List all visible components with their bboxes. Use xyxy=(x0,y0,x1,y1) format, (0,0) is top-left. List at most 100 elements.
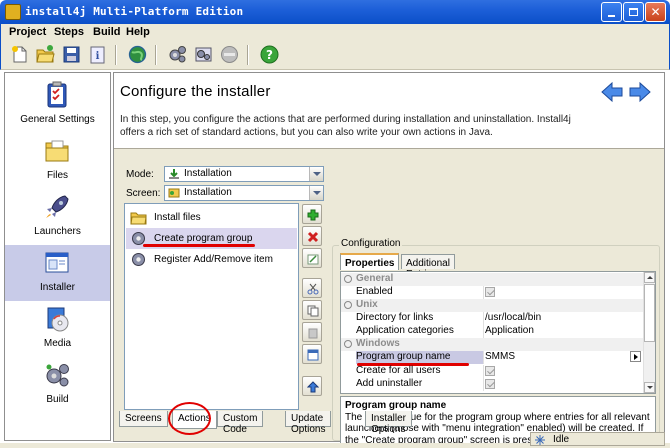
add-action-button[interactable] xyxy=(302,204,322,224)
sidebar-item-installer[interactable]: Installer xyxy=(5,245,110,301)
category-icon xyxy=(344,340,352,348)
plus-icon xyxy=(307,209,319,221)
installer-icon xyxy=(45,252,69,273)
property-row[interactable]: Directory for links /usr/local/bin xyxy=(341,312,643,325)
property-value[interactable] xyxy=(485,365,641,378)
move-up-button[interactable] xyxy=(302,376,322,396)
property-key: Enabled xyxy=(356,286,484,299)
new-icon[interactable] xyxy=(9,44,30,65)
property-key: Application categories xyxy=(356,325,484,338)
close-icon: ✕ xyxy=(650,5,661,19)
sidebar-item-launchers[interactable]: Launchers xyxy=(5,189,110,245)
cut-action-button[interactable] xyxy=(302,278,322,298)
open-icon[interactable] xyxy=(35,44,56,65)
category-icon xyxy=(344,301,352,309)
delete-icon xyxy=(307,231,319,243)
main-panel: Configure the installer In this step, yo… xyxy=(113,72,665,448)
scroll-thumb[interactable] xyxy=(644,284,655,342)
tab-installer-options[interactable]: Installer Options xyxy=(365,411,413,435)
sidebar-item-label: Media xyxy=(43,338,72,349)
save-icon[interactable] xyxy=(61,44,82,65)
actions-list[interactable]: Install files Create program group Regis… xyxy=(124,203,299,410)
maximize-button[interactable] xyxy=(623,2,644,22)
edit-action-button[interactable] xyxy=(302,248,322,268)
help-icon[interactable]: ? xyxy=(259,44,280,65)
property-key: Add uninstaller xyxy=(356,378,484,391)
tab-properties[interactable]: Properties xyxy=(340,253,400,270)
delete-action-button[interactable] xyxy=(302,226,322,246)
property-row[interactable]: Enabled xyxy=(341,286,643,299)
toolbar: i ? xyxy=(0,41,670,70)
category-label: Unix xyxy=(356,299,378,310)
forward-arrow-icon[interactable] xyxy=(628,81,652,103)
build-icon[interactable] xyxy=(167,44,188,65)
tab-additional-entries[interactable]: Additional Entries xyxy=(401,254,455,280)
chevron-down-icon[interactable] xyxy=(309,167,323,181)
property-category[interactable]: Windows xyxy=(341,338,643,351)
checkbox[interactable] xyxy=(485,366,495,376)
checkbox[interactable] xyxy=(485,379,495,389)
scroll-down-icon[interactable] xyxy=(644,382,655,393)
menu-help[interactable]: Help xyxy=(126,26,150,38)
stop-icon[interactable] xyxy=(219,44,240,65)
properties-table[interactable]: General Enabled Unix Directory for links… xyxy=(340,271,656,394)
svg-text:i: i xyxy=(96,51,100,62)
property-value[interactable]: SMMS xyxy=(485,351,641,364)
screen-select[interactable]: Installation xyxy=(164,185,324,201)
tab-screens[interactable]: Screens xyxy=(119,411,168,427)
list-item[interactable]: Install files xyxy=(126,207,297,228)
properties-scrollbar[interactable] xyxy=(643,272,655,393)
menu-bar: Project Steps Build Help xyxy=(0,24,670,41)
mode-select[interactable]: Installation xyxy=(164,166,324,182)
app-icon xyxy=(5,4,21,20)
property-value[interactable] xyxy=(485,378,641,391)
properties-action-button[interactable] xyxy=(302,344,322,364)
property-row[interactable]: Application categories Application xyxy=(341,325,643,338)
minimize-button[interactable] xyxy=(601,2,622,22)
list-item[interactable]: Register Add/Remove item xyxy=(126,249,297,270)
sidebar-item-build[interactable]: Build xyxy=(5,357,110,413)
category-label: Windows xyxy=(356,338,400,349)
gear-icon xyxy=(132,253,145,266)
property-key: Create for all users xyxy=(356,365,484,378)
back-arrow-icon[interactable] xyxy=(600,81,624,103)
menu-steps[interactable]: Steps xyxy=(54,26,84,38)
property-row[interactable]: Add uninstaller xyxy=(341,378,643,391)
property-value[interactable]: /usr/local/bin xyxy=(485,312,641,325)
status-indicator: Idle xyxy=(530,432,665,446)
property-key: Directory for links xyxy=(356,312,484,325)
property-category[interactable]: General xyxy=(341,273,643,286)
property-description-title: Program group name xyxy=(345,400,447,411)
copy-action-button[interactable] xyxy=(302,300,322,320)
sidebar-item-media[interactable]: Media xyxy=(5,301,110,357)
category-icon xyxy=(344,275,352,283)
copy-icon xyxy=(307,305,319,317)
property-row[interactable]: Create for all users xyxy=(341,365,643,378)
chevron-down-icon[interactable] xyxy=(309,186,323,200)
sidebar-item-general-settings[interactable]: General Settings xyxy=(5,77,110,133)
window-icon xyxy=(307,349,319,361)
globe-icon[interactable] xyxy=(127,44,148,65)
close-button[interactable]: ✕ xyxy=(645,2,666,22)
tab-update-options[interactable]: Update Options xyxy=(285,411,332,435)
settings-icon[interactable] xyxy=(193,44,214,65)
list-item-label: Create program group xyxy=(154,233,253,244)
screen-value: Installation xyxy=(184,187,232,198)
paste-action-button[interactable] xyxy=(302,322,322,342)
info-icon[interactable]: i xyxy=(87,44,108,65)
sidebar-item-files[interactable]: Files xyxy=(5,133,110,189)
snowflake-icon xyxy=(535,435,545,445)
toolbar-separator xyxy=(155,45,157,65)
property-category[interactable]: Unix xyxy=(341,299,643,312)
property-value[interactable]: Application xyxy=(485,325,641,338)
tab-custom-code[interactable]: Custom Code xyxy=(217,411,264,435)
checkbox[interactable] xyxy=(485,287,495,297)
menu-project[interactable]: Project xyxy=(9,26,46,38)
edit-value-button[interactable] xyxy=(630,351,641,362)
files-icon xyxy=(45,140,69,162)
scroll-up-icon[interactable] xyxy=(644,272,655,283)
checklist-icon xyxy=(47,81,67,108)
page-description: In this step, you configure the actions … xyxy=(120,114,571,138)
menu-build[interactable]: Build xyxy=(93,26,121,38)
property-value[interactable] xyxy=(485,286,641,299)
